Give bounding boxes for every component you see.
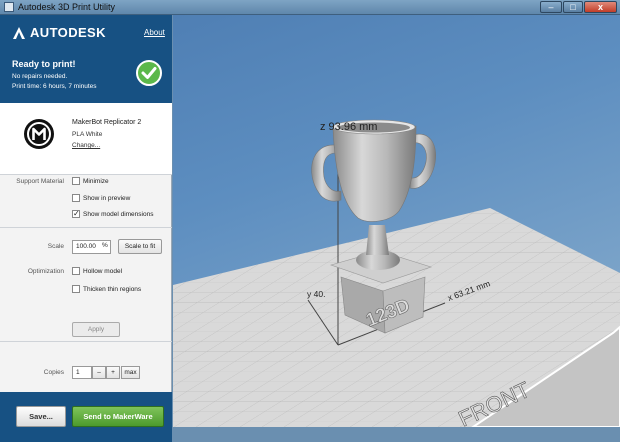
title-bar[interactable]: Autodesk 3D Print Utility – □ x xyxy=(0,0,620,15)
print-time-text: Print time: 6 hours, 7 minutes xyxy=(12,83,97,90)
scale-label: Scale xyxy=(47,243,64,250)
status-header: AUTODESK About Ready to print! No repair… xyxy=(0,15,172,103)
thicken-thin-regions-label: Thicken thin regions xyxy=(83,286,142,293)
app-window: Autodesk 3D Print Utility – □ x AUTODESK… xyxy=(0,0,620,442)
printer-material: PLA White xyxy=(72,131,103,138)
change-printer-link[interactable]: Change... xyxy=(72,142,100,149)
autodesk-logo-icon xyxy=(13,27,25,39)
status-title: Ready to print! xyxy=(12,59,76,69)
trophy-cup-body xyxy=(332,125,417,222)
max-copies-button[interactable]: max xyxy=(121,366,140,379)
copies-input[interactable]: 1 xyxy=(72,366,92,379)
send-to-makerware-button[interactable]: Send to MakerWare xyxy=(72,406,164,427)
app-icon xyxy=(4,2,14,12)
show-in-preview-checkbox[interactable] xyxy=(72,194,80,202)
about-link[interactable]: About xyxy=(144,28,165,37)
support-material-label: Support Material xyxy=(16,178,64,185)
divider xyxy=(0,341,172,342)
trophy-stem xyxy=(366,225,389,255)
divider xyxy=(0,227,172,228)
action-footer: Save... Send to MakerWare xyxy=(0,392,172,442)
minimize-label: Minimize xyxy=(83,178,109,185)
scene-svg: FRONT 123D z 93.96 mm x 63.21 mm y 40. xyxy=(173,119,620,427)
printer-panel: MakerBot Replicator 2 PLA White Change..… xyxy=(0,103,172,175)
scale-unit: % xyxy=(102,242,108,249)
show-in-preview-label: Show in preview xyxy=(83,195,131,202)
apply-button[interactable]: Apply xyxy=(72,322,120,337)
show-dimensions-checkbox[interactable] xyxy=(72,209,80,218)
close-button[interactable]: x xyxy=(584,1,617,13)
minimize-checkbox[interactable] xyxy=(72,177,80,185)
z-dimension-label: z 93.96 mm xyxy=(320,121,377,133)
status-repairs-text: No repairs needed. xyxy=(12,73,68,80)
hollow-model-label: Hollow model xyxy=(83,268,123,275)
show-dimensions-label: Show model dimensions xyxy=(83,211,154,218)
check-icon xyxy=(136,60,162,86)
copies-label: Copies xyxy=(43,369,64,376)
save-button[interactable]: Save... xyxy=(16,406,66,427)
3d-viewport[interactable]: FRONT 123D z 93.96 mm x 63.21 mm y 40. xyxy=(173,15,620,427)
brand-logo-text: AUTODESK xyxy=(30,25,106,40)
scale-to-fit-button[interactable]: Scale to fit xyxy=(118,239,162,254)
increase-copies-button[interactable]: + xyxy=(106,366,120,379)
optimization-label: Optimization xyxy=(27,268,64,275)
thicken-thin-regions-checkbox[interactable] xyxy=(72,285,80,293)
printer-name: MakerBot Replicator 2 xyxy=(72,119,142,126)
makerbot-logo-icon xyxy=(24,119,54,149)
maximize-button[interactable]: □ xyxy=(563,1,583,13)
hollow-model-checkbox[interactable] xyxy=(72,267,80,275)
window-title: Autodesk 3D Print Utility xyxy=(18,2,116,12)
y-dimension-label: y 40. xyxy=(307,289,325,299)
settings-sidebar: AUTODESK About Ready to print! No repair… xyxy=(0,15,172,442)
minimize-button[interactable]: – xyxy=(540,1,562,13)
decrease-copies-button[interactable]: – xyxy=(92,366,106,379)
